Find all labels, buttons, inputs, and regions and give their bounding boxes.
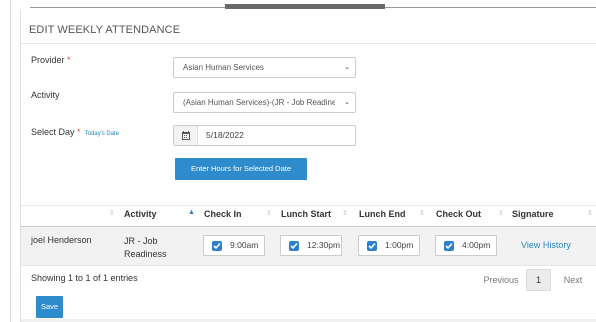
todays-date-link[interactable]: Today's Date (85, 131, 120, 137)
left-frame-line (10, 0, 11, 322)
col-check-out[interactable]: Check Out (436, 209, 481, 219)
check-out-field[interactable]: 4:00pm (435, 235, 497, 256)
activity-value: (Asian Human Services)-(JR - Job Readine… (183, 98, 335, 107)
chevron-down-icon: ⌄ (344, 99, 350, 106)
sort-icon[interactable]: ⇕ (498, 209, 504, 217)
sort-icon[interactable]: ⇕ (109, 209, 115, 217)
sort-icon[interactable]: ⇕ (342, 209, 348, 217)
pagination-page-1[interactable]: 1 (526, 269, 551, 291)
save-button[interactable]: Save (36, 296, 63, 318)
sort-asc-icon[interactable]: ▲ (188, 209, 195, 216)
activity-label: Activity (31, 90, 60, 100)
lunch-start-checkbox[interactable] (289, 241, 299, 251)
enter-hours-button[interactable]: Enter Hours for Selected Date (175, 158, 307, 180)
provider-value: Asian Human Services (183, 63, 264, 72)
check-in-field[interactable]: 9:00am (203, 235, 265, 256)
sort-icon[interactable]: ⇕ (266, 209, 272, 217)
participant-name: joel Henderson (31, 235, 92, 245)
check-out-checkbox[interactable] (444, 241, 454, 251)
col-check-in[interactable]: Check In (204, 209, 242, 219)
entries-info: Showing 1 to 1 of 1 entries (31, 273, 138, 283)
table-top-border (21, 205, 596, 206)
page-title: EDIT WEEKLY ATTENDANCE (29, 24, 181, 36)
chevron-down-icon: ⌄ (344, 64, 350, 71)
col-lunch-end[interactable]: Lunch End (359, 209, 406, 219)
lunch-end-field[interactable]: 1:00pm (358, 235, 420, 256)
check-in-time: 9:00am (230, 240, 259, 250)
date-value: 5/18/2022 (206, 130, 244, 140)
top-scroll-bar[interactable] (225, 4, 385, 9)
calendar-icon[interactable] (174, 126, 198, 145)
pagination-previous[interactable]: Previous (479, 269, 523, 291)
col-lunch-start[interactable]: Lunch Start (281, 209, 331, 219)
lunch-start-field[interactable]: 12:30pm (280, 235, 342, 256)
table-row: joel Henderson JR - Job Readiness 9:00am… (21, 227, 596, 266)
provider-select[interactable]: Asian Human Services ⌄ (173, 57, 356, 78)
check-out-time: 4:00pm (462, 240, 491, 250)
lunch-end-checkbox[interactable] (367, 241, 377, 251)
provider-label: Provider * (31, 55, 71, 65)
lunch-start-time: 12:30pm (307, 240, 341, 250)
date-input[interactable]: 5/18/2022 (173, 125, 356, 146)
sort-icon[interactable]: ⇕ (587, 209, 593, 217)
select-day-label: Select Day * Today's Date (31, 127, 120, 137)
required-mark: * (77, 127, 81, 137)
col-activity[interactable]: Activity (124, 209, 157, 219)
lunch-end-time: 1:00pm (385, 240, 414, 250)
pagination-next[interactable]: Next (556, 269, 590, 291)
activity-select[interactable]: (Asian Human Services)-(JR - Job Readine… (173, 92, 356, 113)
sort-icon[interactable]: ⇕ (419, 209, 425, 217)
window-top-frame (0, 0, 596, 322)
check-in-checkbox[interactable] (212, 241, 222, 251)
required-mark: * (67, 55, 71, 65)
view-history-link[interactable]: View History (521, 240, 571, 250)
col-signature[interactable]: Signature (512, 209, 554, 219)
row-activity: JR - Job Readiness (124, 236, 167, 259)
title-divider (21, 43, 596, 44)
attendance-panel: EDIT WEEKLY ATTENDANCE Provider * Asian … (20, 10, 596, 322)
